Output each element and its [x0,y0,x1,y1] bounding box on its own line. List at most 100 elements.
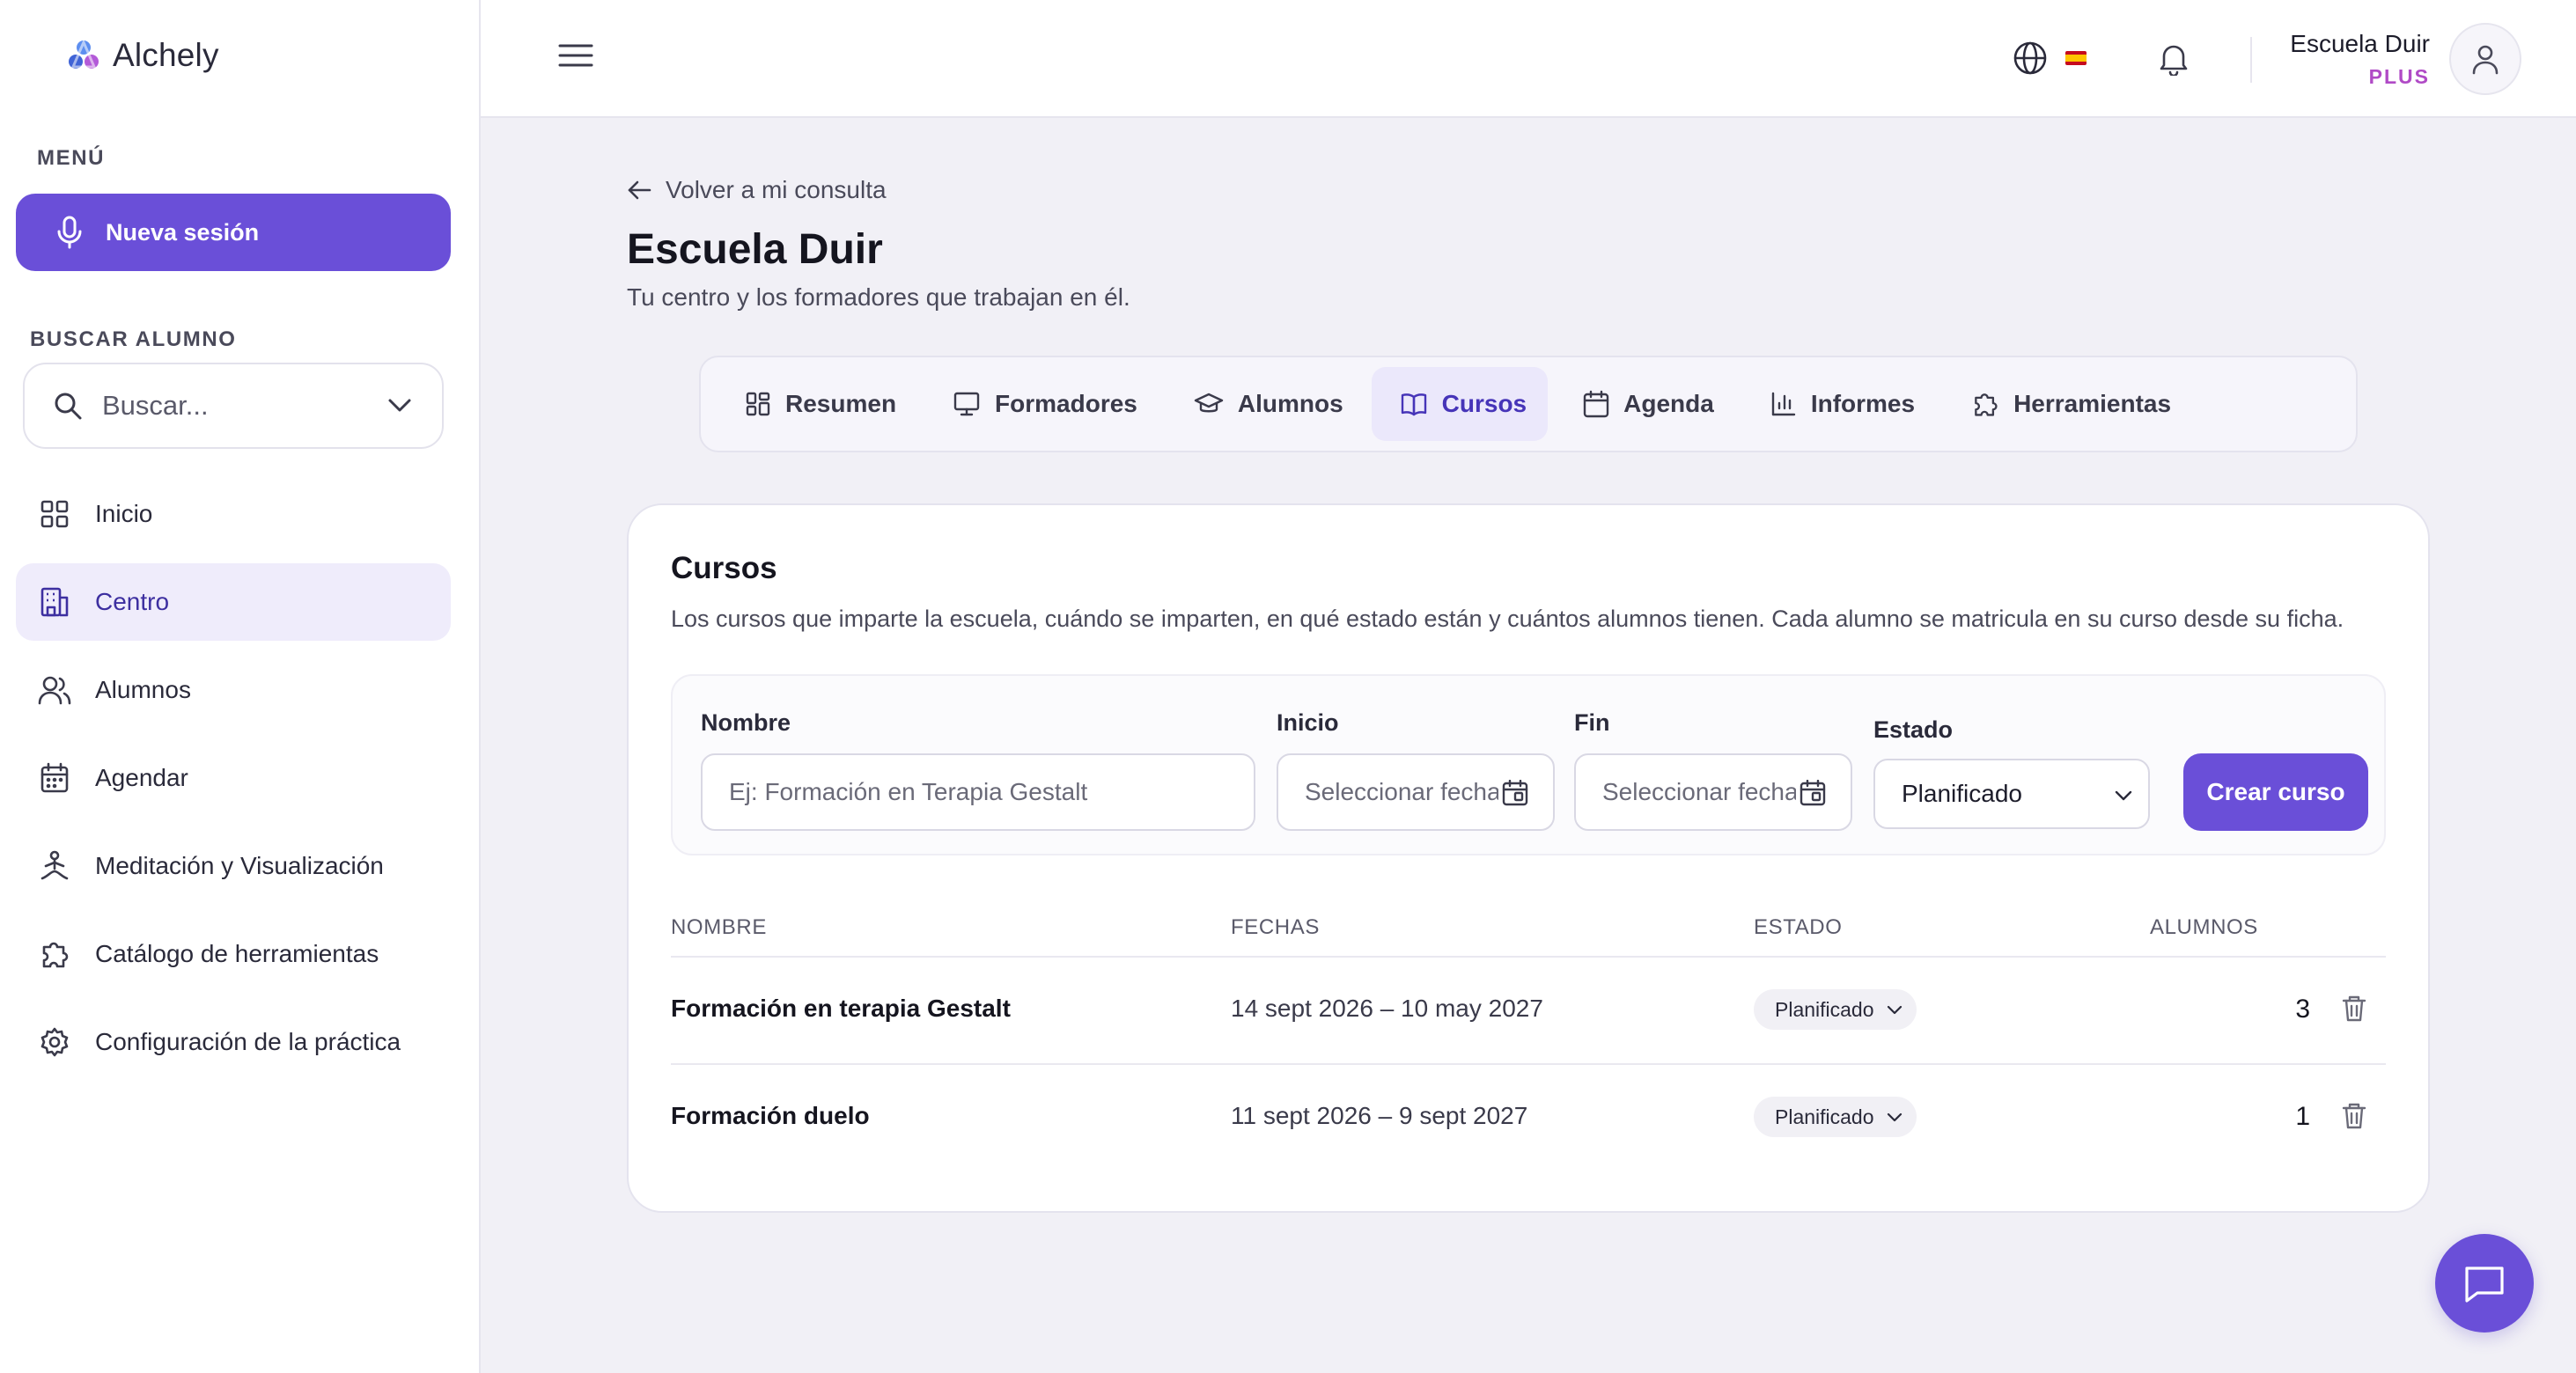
courses-card: Cursos Los cursos que imparte la escuela… [627,503,2430,1213]
sidebar-item-catalogo[interactable]: Catálogo de herramientas [16,915,451,993]
create-course-button[interactable]: Crear curso [2183,753,2368,831]
search-icon [53,391,83,421]
end-date-input[interactable]: Seleccionar fecha [1574,753,1852,831]
start-date-placeholder: Seleccionar fecha [1305,778,1498,805]
menu-label: MENÚ [37,146,106,170]
chevron-down-icon [2115,790,2132,801]
sidebar-item-inicio[interactable]: Inicio [16,475,451,553]
course-name[interactable]: Formación duelo [671,1102,870,1130]
column-header-status: ESTADO [1754,915,1843,939]
calendar-icon[interactable] [1502,780,1528,806]
building-icon [37,584,72,620]
tab-label: Alumnos [1237,390,1343,417]
page-subtitle: Tu centro y los formadores que trabajan … [627,283,1130,311]
end-date-placeholder: Seleccionar fecha [1602,778,1796,805]
bar-chart-icon [1770,391,1797,417]
sidebar-item-label: Agendar [95,764,188,791]
sidebar-item-alumnos[interactable]: Alumnos [16,651,451,729]
tab-informes[interactable]: Informes [1742,367,1936,441]
name-field-label: Nombre [701,709,791,736]
tab-label: Cursos [1441,390,1527,417]
alchely-logo-icon [63,35,104,76]
app-logo[interactable]: Alchely [63,35,219,76]
bell-icon[interactable] [2157,40,2190,76]
status-select[interactable]: Planificado [1873,759,2150,829]
user-name: Escuela Duir [2290,30,2430,57]
status-dropdown[interactable]: Planificado [1754,989,1917,1030]
sidebar-item-label: Configuración de la práctica [95,1028,401,1055]
course-dates: 11 sept 2026 – 9 sept 2027 [1231,1102,1528,1129]
start-date-input[interactable]: Seleccionar fecha [1277,753,1555,831]
tab-label: Resumen [785,390,897,417]
puzzle-icon [37,936,72,972]
status-select-value: Planificado [1902,780,2022,807]
globe-icon[interactable] [2013,40,2048,76]
meditation-icon [37,848,72,884]
course-name[interactable]: Formación en terapia Gestalt [671,995,1011,1023]
sidebar-item-label: Alumnos [95,676,191,703]
grid-icon [37,496,72,532]
search-student-label: BUSCAR ALUMNO [30,327,237,351]
tab-label: Formadores [995,390,1137,417]
chat-icon [2463,1263,2506,1303]
es-flag-icon[interactable] [2065,51,2087,65]
grid-icon [745,391,771,417]
sidebar-item-centro[interactable]: Centro [16,563,451,641]
sidebar-item-agendar[interactable]: Agendar [16,739,451,817]
start-field-label: Inicio [1277,709,1339,736]
table-row-divider [671,1063,2386,1065]
end-field-label: Fin [1574,709,1610,736]
course-name-placeholder: Ej: Formación en Terapia Gestalt [729,778,1088,805]
sidebar-item-configuracion[interactable]: Configuración de la práctica [16,1003,451,1081]
students-count: 3 [2295,995,2310,1024]
status-value: Planificado [1775,997,1874,1021]
gear-icon [37,1024,72,1060]
user-icon [2470,43,2500,75]
course-name-input[interactable]: Ej: Formación en Terapia Gestalt [701,753,1255,831]
user-plan-badge: PLUS [2368,65,2430,88]
puzzle-icon [1971,390,1999,418]
tab-alumnos[interactable]: Alumnos [1166,367,1365,441]
chevron-down-icon[interactable] [387,398,412,414]
chat-button[interactable] [2435,1234,2534,1333]
avatar[interactable] [2449,23,2521,95]
calendar-icon[interactable] [1800,780,1826,806]
student-search-input[interactable]: Buscar... [23,363,444,449]
courses-description: Los cursos que imparte la escuela, cuánd… [671,606,2344,632]
create-course-form: Nombre Ej: Formación en Terapia Gestalt … [671,674,2386,855]
tab-label: Agenda [1623,390,1714,417]
table-header-divider [671,956,2386,958]
tab-agenda[interactable]: Agenda [1555,367,1735,441]
sidebar-item-label: Catálogo de herramientas [95,940,379,967]
back-link[interactable]: Volver a mi consulta [627,176,887,204]
page-title: Escuela Duir [627,226,883,273]
app-name: Alchely [113,37,219,73]
tab-cursos[interactable]: Cursos [1371,367,1549,441]
topbar-divider [2250,37,2252,83]
sidebar-item-meditacion[interactable]: Meditación y Visualización [16,827,451,905]
tab-resumen[interactable]: Resumen [717,367,917,441]
courses-title: Cursos [671,551,777,585]
chevron-down-icon [1887,1112,1903,1122]
calendar-icon [1583,390,1609,418]
tab-label: Informes [1810,390,1916,417]
status-field-label: Estado [1873,716,1954,743]
new-session-button[interactable]: Nueva sesión [16,194,451,271]
trash-icon[interactable] [2342,1102,2366,1130]
course-dates: 14 sept 2026 – 10 may 2027 [1231,995,1543,1022]
new-session-label: Nueva sesión [106,218,260,246]
status-value: Planificado [1775,1105,1874,1128]
status-dropdown[interactable]: Planificado [1754,1097,1917,1137]
search-placeholder: Buscar... [102,390,209,421]
topbar: Escuela Duir PLUS [481,0,2576,118]
tab-formadores[interactable]: Formadores [924,367,1159,441]
sidebar-item-label: Meditación y Visualización [95,852,384,879]
hamburger-menu-icon[interactable] [558,42,593,69]
tab-herramientas[interactable]: Herramientas [1943,367,2192,441]
trash-icon[interactable] [2342,995,2366,1023]
sidebar-item-label: Inicio [95,500,153,527]
chevron-down-icon [1887,1005,1903,1015]
arrow-left-icon [627,180,651,201]
graduation-cap-icon [1194,392,1224,416]
sidebar: Alchely MENÚ Nueva sesión BUSCAR ALUMNO … [0,0,481,1373]
